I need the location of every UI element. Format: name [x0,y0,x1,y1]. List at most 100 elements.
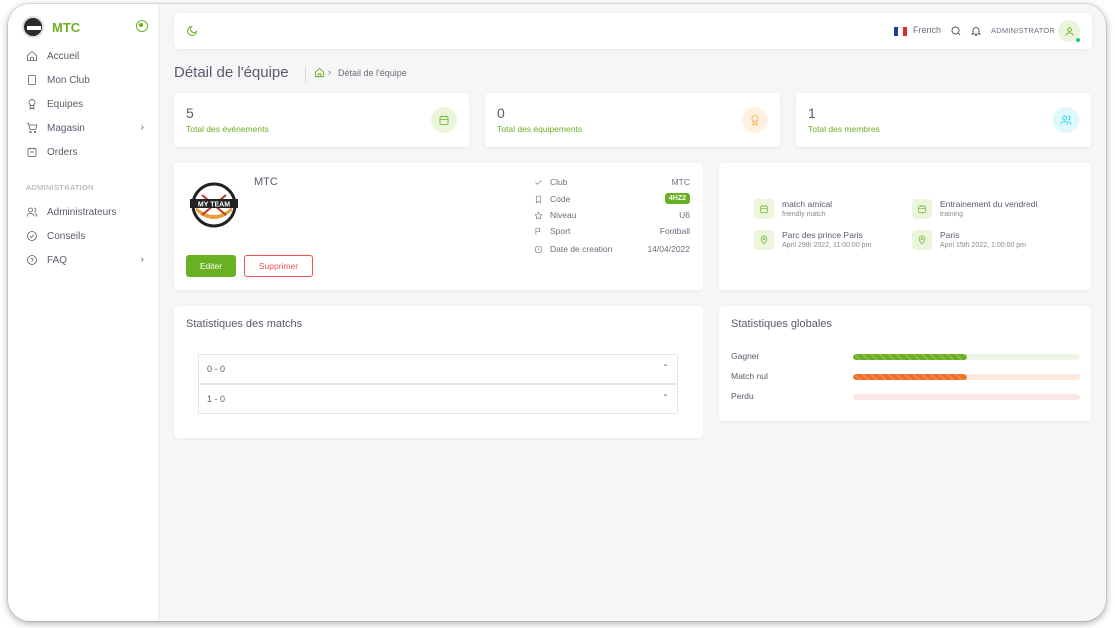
sidebar-item-label: Administrateurs [47,206,117,218]
progress-bar [853,374,967,380]
sidebar-item-label: Magasin [47,122,85,134]
code-badge: 4HZ2 [664,193,690,204]
progress-track [853,374,1080,380]
info-value: Football [659,226,690,236]
sidebar-item-equipes[interactable]: Equipes [8,92,158,116]
info-row-code: Code 4HZ2 [534,193,690,208]
star-icon [534,211,543,220]
flag-icon [535,228,541,235]
team-details-card: MY TEAM MTC Editer Supprimer Club MTC Co… [174,163,703,290]
info-row-sport: Sport Football [534,226,690,240]
info-value: U6 [679,210,690,220]
chevron-up-icon: ⌃ [662,393,669,402]
card-title: Statistiques des matchs [186,318,303,330]
stat-row-label: Match nul [731,371,768,381]
sidebar: MTC Accueil Mon Club Equipes Magasin › O… [8,4,158,621]
stat-card-events: 5 Total des événements [174,93,469,147]
club-icon [28,75,36,85]
edit-button[interactable]: Editer [186,255,236,277]
event-title: Entrainement du vendredi [940,199,1038,209]
info-row-date: Date de creation 14/04/2022 [534,244,690,258]
chevron-right-icon: › [140,122,144,133]
help-icon [27,255,37,265]
stat-row-draw: Match nul [731,371,1080,383]
team-logo: MY TEAM [190,182,238,228]
stat-label: Total des équipements [497,124,583,134]
language-selector[interactable]: French [913,25,941,35]
moon-icon[interactable] [186,25,198,37]
chevron-right-icon: › [140,254,144,265]
stat-label: Total des événements [186,124,269,134]
breadcrumb-current: Détail de l'équipe [338,68,407,78]
info-key: Date de creation [550,244,613,254]
score-accordion-item[interactable]: 1 - 0 ⌃ [198,384,678,414]
sidebar-toggle-icon[interactable] [136,20,148,32]
event-location-name: Parc des prince Paris [782,230,863,240]
event-date: April 15th 2022, 1:00:00 pm [940,242,1027,249]
delete-button[interactable]: Supprimer [244,255,313,277]
users-icon [26,207,38,217]
sidebar-item-label: FAQ [47,254,68,266]
event-item[interactable]: Entrainement du vendredi training [912,199,1072,223]
home-icon[interactable] [314,67,325,78]
avatar[interactable] [1058,20,1081,43]
progress-track [853,394,1080,400]
stat-row-label: Perdu [731,391,754,401]
france-flag-icon[interactable] [894,27,907,36]
sidebar-item-faq[interactable]: FAQ › [8,248,158,272]
stat-row-label: Gagner [731,351,760,361]
global-stats-card: Statistiques globales Gagner Match nul P… [719,306,1091,421]
stat-row-loss: Perdu [731,391,1080,403]
event-item[interactable]: match amical friendly match [754,199,914,223]
award-icon [742,107,768,133]
info-value: MTC [671,177,690,187]
event-location: Paris April 15th 2022, 1:00:00 pm [912,230,1072,254]
sidebar-item-administrateurs[interactable]: Administrateurs [8,200,158,224]
stat-value: 0 [497,105,505,121]
progress-track [853,354,1080,360]
sidebar-item-label: Equipes [47,98,84,110]
sidebar-item-label: Orders [47,146,78,158]
stat-label: Total des membres [808,124,880,134]
chevron-right-icon: › [328,67,331,77]
page-title: Détail de l'équipe [174,64,289,81]
breadcrumb-divider [305,66,306,82]
stat-row-win: Gagner [731,351,1080,363]
stat-value: 1 [808,105,816,121]
brand-logo [22,16,44,38]
user-role: ADMINISTRATOR [991,26,1055,35]
sidebar-nav: Accueil Mon Club Equipes Magasin › Order… [8,44,158,272]
calendar-icon [431,107,457,133]
score-label: 1 - 0 [207,394,226,404]
home-icon [27,50,37,61]
sidebar-item-accueil[interactable]: Accueil [8,44,158,68]
bell-icon[interactable] [970,25,982,37]
sidebar-item-mon-club[interactable]: Mon Club [8,68,158,92]
event-subtitle: training [940,211,963,218]
stat-card-members: 1 Total des membres [796,93,1091,147]
score-label: 0 - 0 [207,364,226,374]
bookmark-icon [535,195,542,204]
user-icon [1064,26,1074,36]
team-logo-text: MY TEAM [198,202,230,209]
sidebar-item-conseils[interactable]: Conseils [8,224,158,248]
brand-name: MTC [52,19,81,35]
event-location: Parc des prince Paris April 29th 2022, 1… [754,230,914,254]
brand[interactable]: MTC [22,16,148,38]
search-icon[interactable] [950,25,962,37]
info-key: Sport [550,226,571,236]
calendar-icon [754,199,774,219]
sidebar-item-magasin[interactable]: Magasin › [8,116,158,140]
orders-icon [27,147,37,157]
score-accordion-item[interactable]: 0 - 0 ⌃ [198,354,678,384]
online-status-dot [1075,37,1081,43]
app-window: MTC Accueil Mon Club Equipes Magasin › O… [8,4,1106,621]
sidebar-item-orders[interactable]: Orders [8,140,158,164]
info-row-niveau: Niveau U6 [534,210,690,224]
map-pin-icon [912,230,932,250]
events-card: match amical friendly match Parc des pri… [719,163,1091,290]
info-key: Code [550,194,571,204]
calendar-icon [912,199,932,219]
info-key: Club [550,177,568,187]
topbar: French ADMINISTRATOR [174,13,1092,49]
